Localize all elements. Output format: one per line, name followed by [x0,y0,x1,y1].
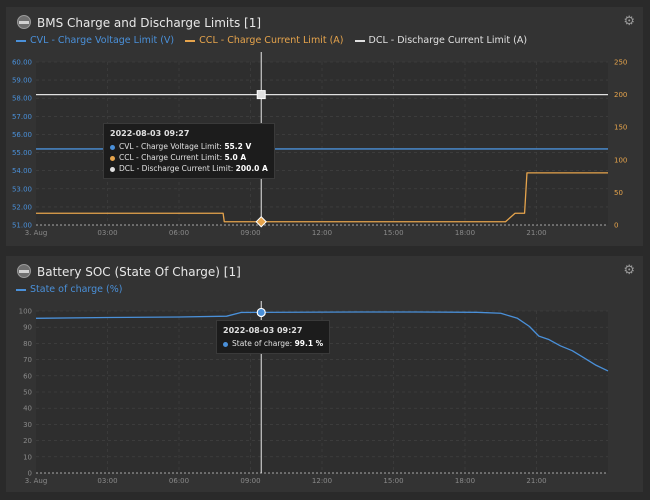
x-tick-label: 12:00 [312,229,332,237]
y-tick-label: 56.00 [12,131,32,139]
tooltip-row-dcl: DCL - Discharge Current Limit: 200.0 A [110,164,268,173]
y-tick-label: 90 [23,324,32,332]
y-right-tick-label: 150 [614,124,627,132]
y-right-tick-label: 0 [614,222,618,230]
battery-soc-chart[interactable]: 01020304050607080901003. Aug 03:00 06:00 09… [6,256,643,492]
x-tick-label: 15:00 [383,229,403,237]
y-tick-label: 59.00 [12,77,32,85]
y-tick-label: 60 [23,372,32,380]
bms-limits-panel: BMS Charge and Discharge Limits [1] ⚙ CV… [6,7,643,246]
y-right-tick-label: 50 [614,189,623,197]
y-tick-label: 58.00 [12,95,32,103]
y-tick-label: 57.00 [12,113,32,121]
tooltip-row-soc: State of charge: 99.1 % [223,339,323,348]
x-tick-label: 3. Aug [25,477,48,485]
y-tick-label: 20 [23,437,32,445]
x-tick-label: 3. Aug [25,229,48,237]
y-right-tick-label: 250 [614,59,627,67]
x-tick-label: 09:00 [240,477,260,485]
x-tick-label: 18:00 [455,229,475,237]
x-tick-label: 21:00 [526,477,546,485]
y-tick-label: 60.00 [12,59,32,67]
tooltip-row-ccl: CCL - Charge Current Limit: 5.0 A [110,153,268,162]
tooltip-timestamp: 2022-08-03 09:27 [223,326,303,335]
y-tick-label: 10 [23,453,32,461]
y-right-tick-label: 200 [614,91,627,99]
y-tick-label: 54.00 [12,167,32,175]
y-tick-label: 50 [23,389,32,397]
y-tick-label: 80 [23,340,32,348]
x-tick-label: 03:00 [97,229,117,237]
x-tick-label: 18:00 [455,477,475,485]
y-tick-label: 100 [19,308,32,316]
hover-marker-2 [256,90,266,100]
battery-soc-panel: Battery SOC (State Of Charge) [1] ⚙ Stat… [6,256,643,492]
hover-marker-0 [256,307,266,318]
bms-limits-chart[interactable]: 51.0052.0053.0054.0055.0056.0057.0058.00… [6,7,643,246]
y-tick-label: 55.00 [12,149,32,157]
chart-tooltip: 2022-08-03 09:27 CVL - Charge Voltage Li… [103,123,275,179]
x-tick-label: 21:00 [526,229,546,237]
x-tick-label: 06:00 [169,229,189,237]
tooltip-timestamp: 2022-08-03 09:27 [110,129,190,138]
y-tick-label: 52.00 [12,203,32,211]
x-tick-label: 06:00 [169,477,189,485]
y-tick-label: 70 [23,356,32,364]
x-tick-label: 12:00 [312,477,332,485]
x-tick-label: 03:00 [97,477,117,485]
tooltip-row-cvl: CVL - Charge Voltage Limit: 55.2 V [110,142,268,151]
y-tick-label: 40 [23,405,32,413]
chart-tooltip: 2022-08-03 09:27 State of charge: 99.1 % [216,320,331,354]
y-tick-label: 53.00 [12,185,32,193]
y-tick-label: 30 [23,421,32,429]
x-tick-label: 15:00 [383,477,403,485]
x-tick-label: 09:00 [240,229,260,237]
y-right-tick-label: 100 [614,156,627,164]
